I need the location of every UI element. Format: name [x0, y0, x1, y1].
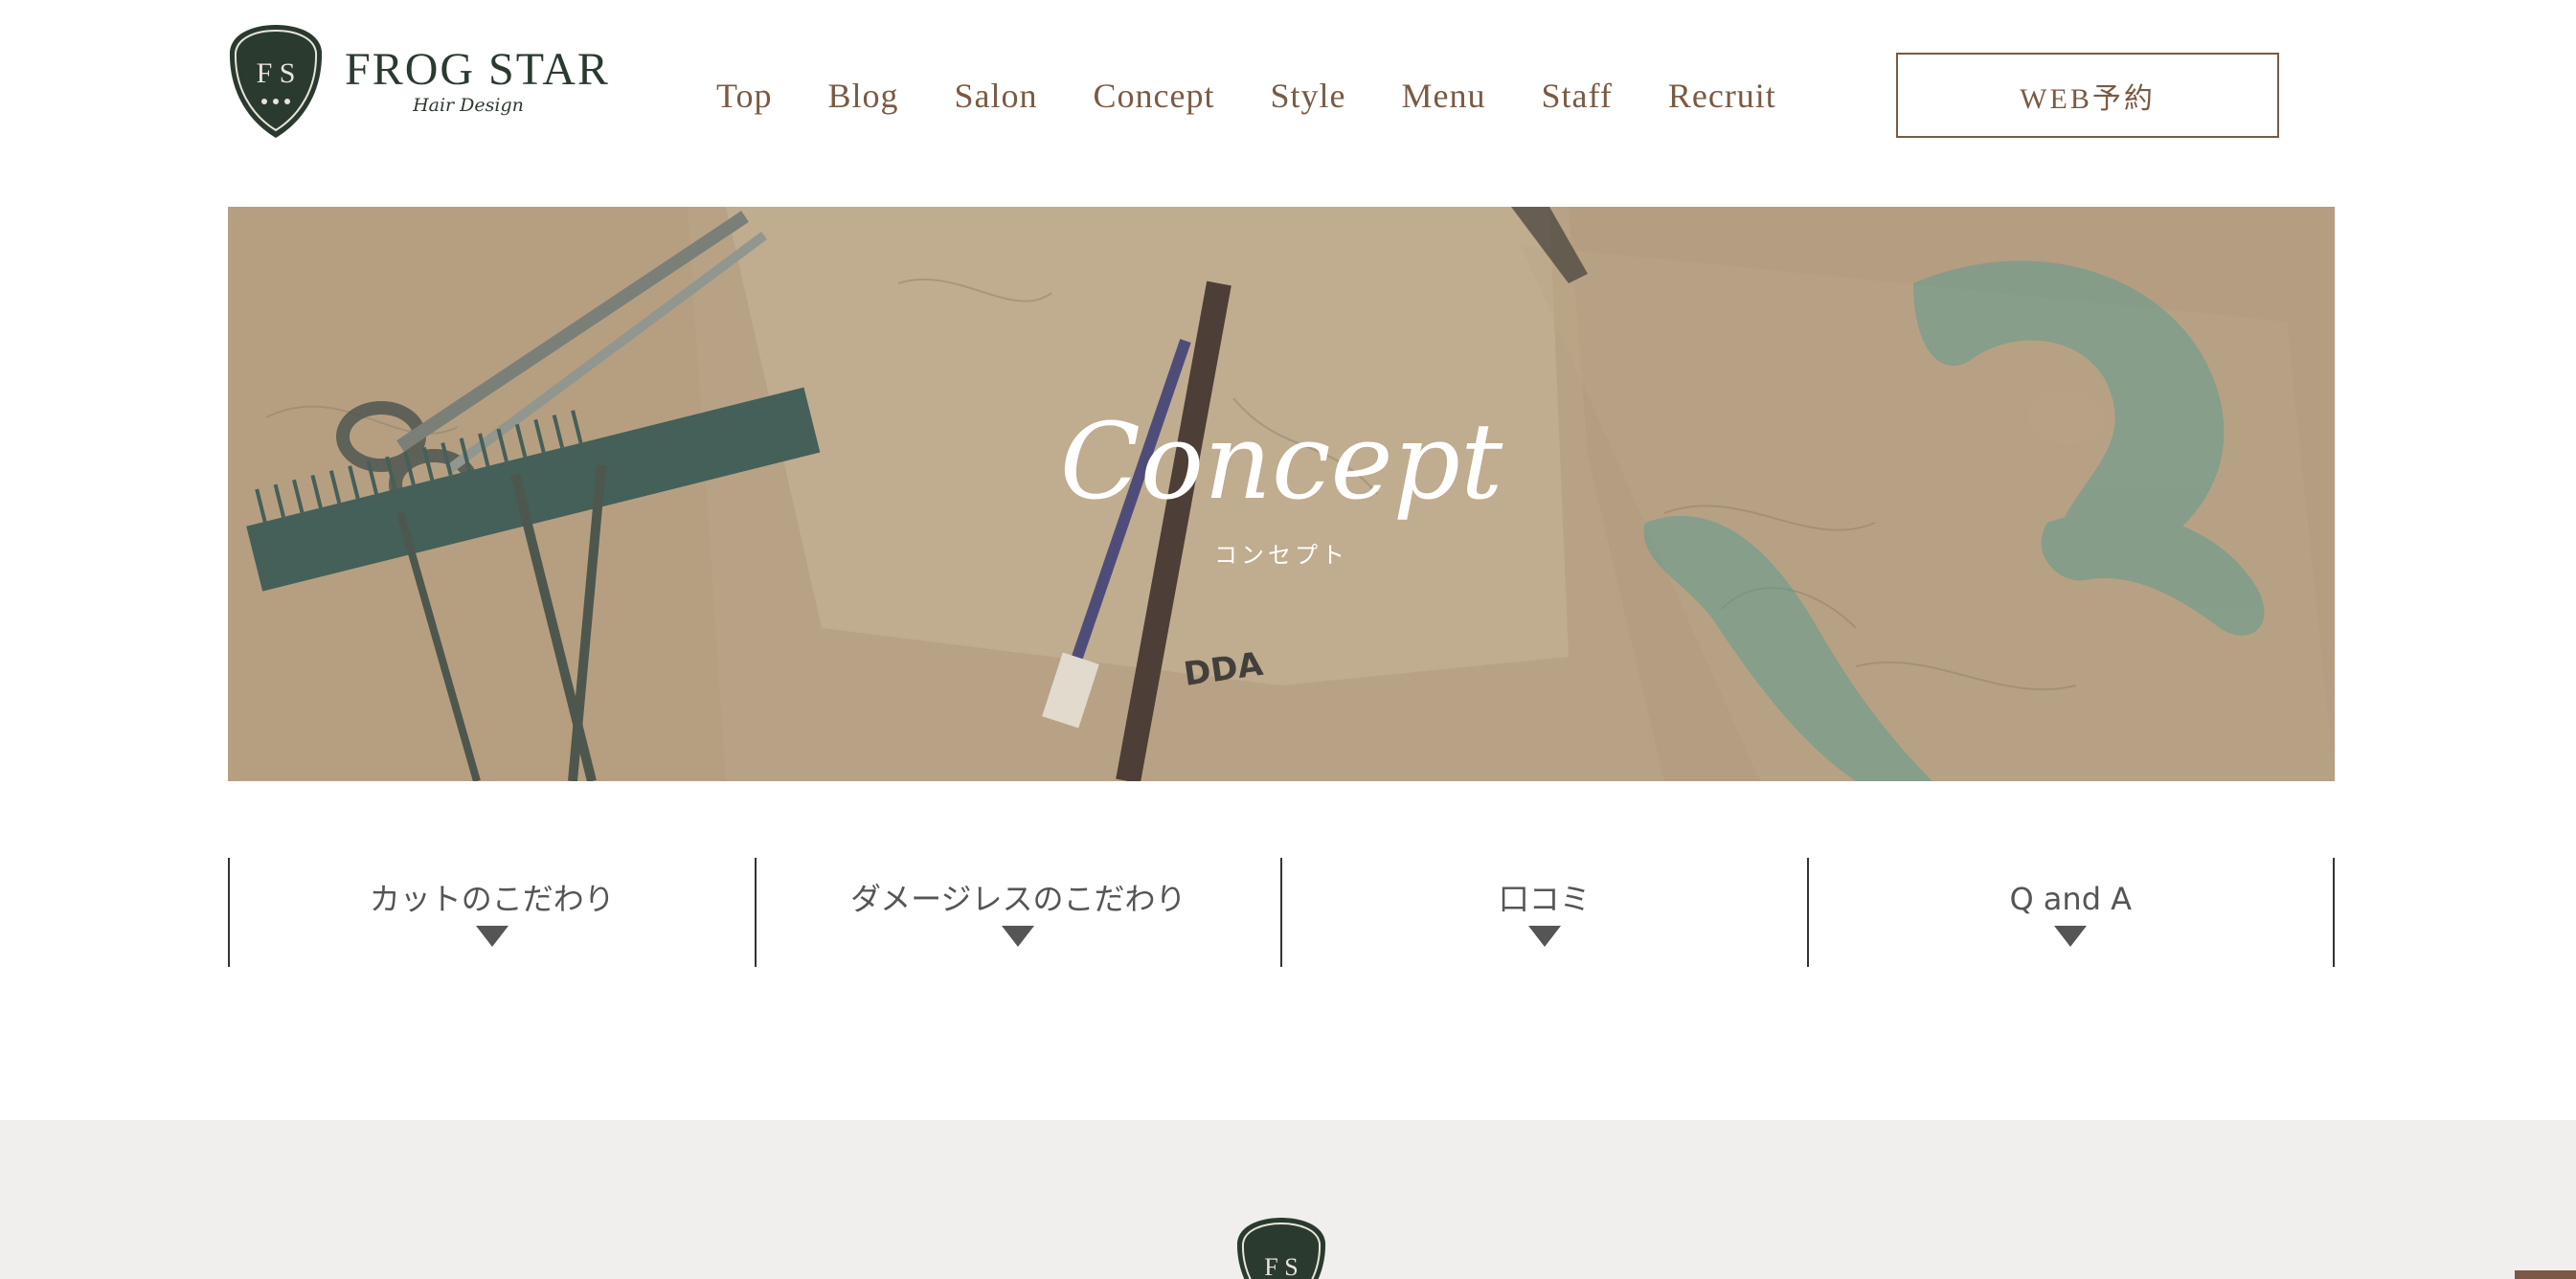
triangle-down-icon [1527, 926, 1561, 947]
nav-style[interactable]: Style [1271, 69, 1346, 123]
subnav-cut[interactable]: カットのこだわり [228, 858, 755, 967]
subnav-label: 口コミ [1498, 881, 1591, 917]
brand-name: FROG STAR [345, 44, 610, 95]
nav-staff[interactable]: Staff [1542, 69, 1613, 123]
svg-text:F S: F S [1264, 1253, 1298, 1279]
crest-logo-icon: F S [229, 25, 323, 138]
main-nav: Top Blog Salon Concept Style Menu Staff … [716, 69, 1776, 123]
subnav-qa[interactable]: Q and A [1806, 858, 2335, 967]
concept-subnav: カットのこだわり ダメージレスのこだわり 口コミ Q and A [228, 858, 2335, 967]
nav-blog[interactable]: Blog [827, 69, 898, 123]
svg-text:F S: F S [257, 57, 296, 89]
brand-tagline: Hair Design [413, 95, 524, 116]
nav-top[interactable]: Top [716, 69, 772, 123]
triangle-down-icon [1002, 926, 1035, 947]
hero-banner: DDA Concept コンセプト [228, 207, 2335, 781]
subnav-label: カットのこだわり [369, 881, 615, 917]
triangle-down-icon [2054, 926, 2088, 947]
site-footer: F S [0, 1120, 2576, 1279]
site-header: F S FROG STAR Hair Design Top Blog Salon… [0, 0, 2576, 191]
nav-recruit[interactable]: Recruit [1668, 69, 1776, 123]
hero-title: Concept [1059, 400, 1503, 523]
subnav-label: ダメージレスのこだわり [850, 881, 1186, 917]
nav-salon[interactable]: Salon [955, 69, 1038, 123]
site-logo[interactable]: F S FROG STAR Hair Design [228, 23, 610, 140]
scroll-top-tab[interactable] [2515, 1270, 2576, 1279]
subnav-label: Q and A [2009, 881, 2133, 917]
hero-subtitle: コンセプト [1214, 542, 1348, 569]
subnav-reviews[interactable]: 口コミ [1280, 858, 1807, 967]
web-reservation-button[interactable]: WEB予約 [1896, 53, 2279, 138]
subnav-damageless[interactable]: ダメージレスのこだわり [754, 858, 1281, 967]
triangle-down-icon [475, 926, 508, 947]
nav-concept[interactable]: Concept [1094, 69, 1215, 123]
footer-crest-logo-icon: F S [1236, 1218, 1326, 1279]
nav-menu[interactable]: Menu [1402, 69, 1486, 123]
